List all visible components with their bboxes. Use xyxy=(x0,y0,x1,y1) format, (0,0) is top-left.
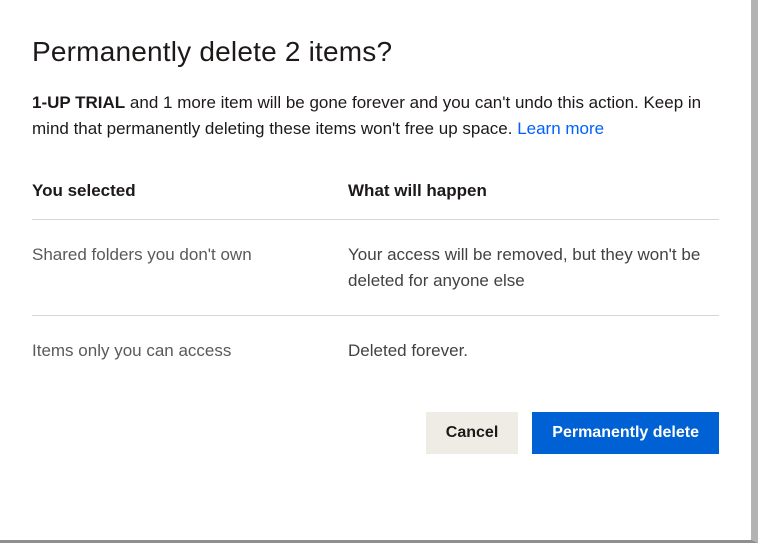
table-cell-selected: Shared folders you don't own xyxy=(32,220,348,316)
dialog-body-itemname: 1-UP TRIAL xyxy=(32,93,125,112)
modal-frame: Permanently delete 2 items? 1-UP TRIAL a… xyxy=(0,0,758,543)
impact-table: You selected What will happen Shared fol… xyxy=(32,181,719,386)
dialog-actions: Cancel Permanently delete xyxy=(32,412,719,454)
permanently-delete-button[interactable]: Permanently delete xyxy=(532,412,719,454)
column-header-outcome: What will happen xyxy=(348,181,719,220)
cancel-button[interactable]: Cancel xyxy=(426,412,518,454)
delete-confirmation-dialog: Permanently delete 2 items? 1-UP TRIAL a… xyxy=(0,0,751,478)
table-cell-outcome: Deleted forever. xyxy=(348,316,719,386)
table-row: Items only you can access Deleted foreve… xyxy=(32,316,719,386)
table-cell-selected: Items only you can access xyxy=(32,316,348,386)
table-row: Shared folders you don't own Your access… xyxy=(32,220,719,316)
column-header-selected: You selected xyxy=(32,181,348,220)
table-cell-outcome: Your access will be removed, but they wo… xyxy=(348,220,719,316)
dialog-title: Permanently delete 2 items? xyxy=(32,36,719,68)
learn-more-link[interactable]: Learn more xyxy=(517,119,604,138)
dialog-body: 1-UP TRIAL and 1 more item will be gone … xyxy=(32,90,719,141)
